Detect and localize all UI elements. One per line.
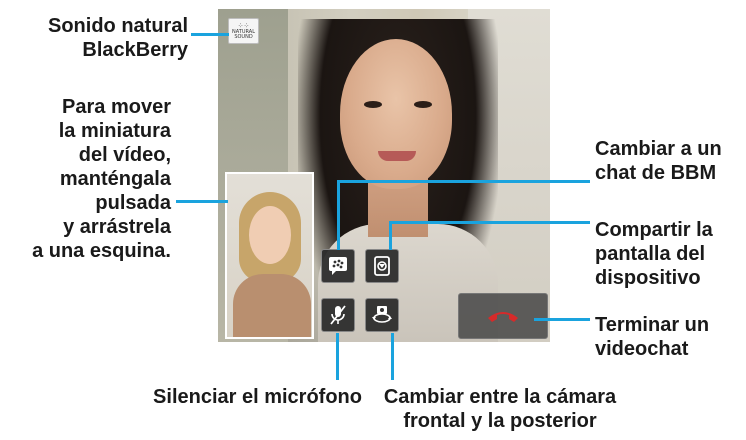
video-call-screen: ⁘⁘ NATURAL SOUND xyxy=(218,9,550,342)
self-view-face xyxy=(249,206,291,264)
natural-sound-icon: ⁘⁘ NATURAL SOUND xyxy=(228,18,259,44)
label-mute-mic: Silenciar el micrófono xyxy=(153,386,362,408)
callout-mute-mic xyxy=(336,333,339,380)
callout-share-v xyxy=(389,221,392,250)
switch-camera-button[interactable] xyxy=(365,298,399,332)
label-switch-camera: Cambiar entre la cámara frontal y la pos… xyxy=(383,386,617,432)
self-view-body xyxy=(233,274,311,337)
share-screen-button[interactable] xyxy=(365,249,399,283)
callout-bbm-h xyxy=(338,180,590,183)
callout-switch-camera xyxy=(391,333,394,380)
label-end-video-chat: Terminar un videochat xyxy=(595,314,710,360)
label-move-thumbnail: Para mover la miniatura del vídeo, manté… xyxy=(32,96,171,262)
end-call-icon xyxy=(488,312,518,322)
bbm-chat-icon xyxy=(329,257,347,275)
label-bbm-chat: Cambiar a un chat de BBM xyxy=(595,138,722,184)
remote-eye-right xyxy=(414,101,432,108)
callout-natural-sound xyxy=(191,33,229,36)
label-natural-sound: Sonido natural BlackBerry xyxy=(48,15,188,61)
mute-microphone-button[interactable] xyxy=(321,298,355,332)
label-share-screen: Compartir la pantalla del dispositivo xyxy=(595,219,713,289)
self-view-thumbnail[interactable] xyxy=(225,172,314,339)
callout-end-call xyxy=(534,318,590,321)
natural-sound-text: NATURAL SOUND xyxy=(232,28,255,40)
callout-move-thumbnail xyxy=(176,200,228,203)
remote-participant-face xyxy=(340,39,452,189)
mute-microphone-icon xyxy=(330,305,346,325)
callout-bbm-v xyxy=(337,180,340,250)
end-call-button[interactable] xyxy=(458,293,548,339)
remote-mouth xyxy=(378,151,416,161)
share-screen-icon xyxy=(374,256,390,276)
callout-share-h xyxy=(390,221,590,224)
bbm-chat-button[interactable] xyxy=(321,249,355,283)
switch-camera-icon xyxy=(372,306,392,323)
remote-eye-left xyxy=(364,101,382,108)
